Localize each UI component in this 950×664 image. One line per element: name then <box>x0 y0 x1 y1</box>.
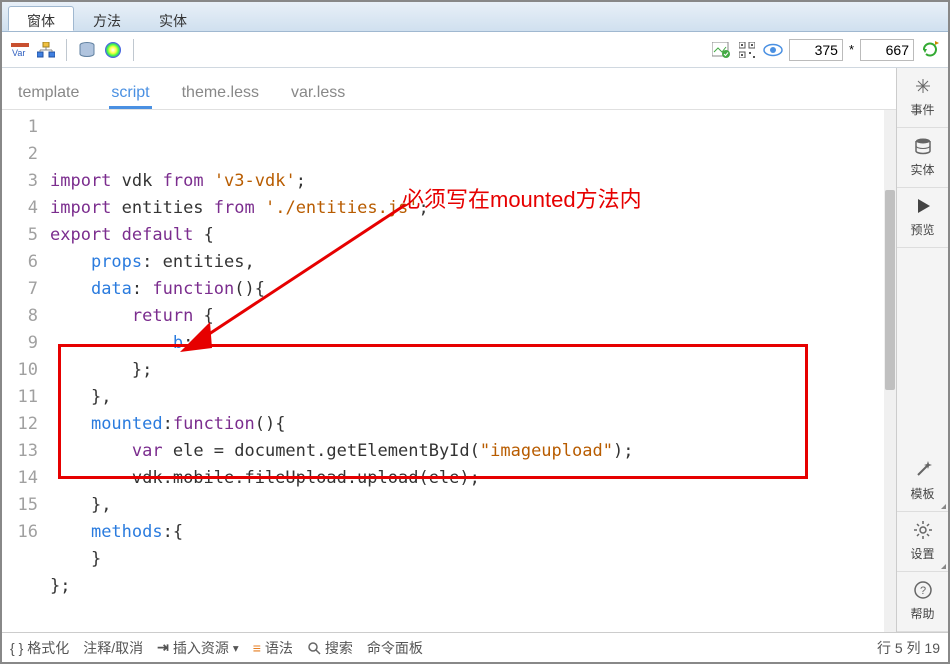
color-icon[interactable] <box>103 40 123 60</box>
side-sparkle[interactable]: 事件 <box>897 68 948 128</box>
play-icon <box>914 197 932 218</box>
tree-icon[interactable] <box>36 40 56 60</box>
top-tabs: 窗体方法实体 <box>2 2 948 32</box>
wand-icon <box>914 461 932 482</box>
side-label: 设置 <box>910 545 934 562</box>
eye-icon[interactable] <box>763 40 783 60</box>
code-line[interactable]: export default { <box>50 222 896 249</box>
line-gutter: 12345678910111213141516 <box>2 110 50 632</box>
code-line[interactable]: b:0 <box>50 330 896 357</box>
svg-text:Var: Var <box>12 48 25 58</box>
code-line[interactable]: vdk.mobile.fileUpload.upload(ele); <box>50 465 896 492</box>
db-icon <box>914 137 932 158</box>
search-button[interactable]: 搜索 <box>307 638 353 658</box>
comment-button[interactable]: 注释/取消 <box>83 638 143 658</box>
side-label: 帮助 <box>910 605 934 622</box>
toolbar-right: * <box>711 39 940 61</box>
code-tab-var.less[interactable]: var.less <box>289 78 347 109</box>
code-line[interactable]: return { <box>50 303 896 330</box>
code-line[interactable]: import entities from './entities.js'; <box>50 195 896 222</box>
side-label: 实体 <box>910 161 934 178</box>
scrollbar-thumb[interactable] <box>885 190 895 390</box>
code-line[interactable]: data: function(){ <box>50 276 896 303</box>
code-tab-theme.less[interactable]: theme.less <box>180 78 261 109</box>
code-tab-script[interactable]: script <box>109 78 151 109</box>
side-label: 事件 <box>910 101 934 118</box>
side-db[interactable]: 实体 <box>897 128 948 188</box>
svg-text:?: ? <box>919 585 925 597</box>
side-help[interactable]: ? 帮助 <box>897 572 948 632</box>
viewport-height-input[interactable] <box>860 39 914 61</box>
side-gap <box>897 248 948 452</box>
bottom-bar: { }格式化 注释/取消 ⇥插入资源 ▾ ≡语法 搜索 命令面板 行 5 列 1… <box>2 632 948 662</box>
code-line[interactable]: }; <box>50 357 896 384</box>
help-icon: ? <box>914 581 932 602</box>
top-tab-0[interactable]: 窗体 <box>8 6 74 31</box>
code-body[interactable]: 12345678910111213141516 import vdk from … <box>2 110 896 632</box>
format-button[interactable]: { }格式化 <box>10 638 69 658</box>
scrollbar-vertical[interactable] <box>884 110 896 632</box>
cmd-panel-button[interactable]: 命令面板 <box>367 638 423 658</box>
dropdown-tri-icon <box>941 504 946 509</box>
insert-button[interactable]: ⇥插入资源 ▾ <box>157 638 239 658</box>
sparkle-icon <box>914 77 932 98</box>
separator <box>66 39 67 61</box>
top-tab-1[interactable]: 方法 <box>74 6 140 31</box>
code-line[interactable]: methods:{ <box>50 519 896 546</box>
top-tab-2[interactable]: 实体 <box>140 6 206 31</box>
code-line[interactable]: }, <box>50 492 896 519</box>
var-icon[interactable]: Var <box>10 40 30 60</box>
code-line[interactable]: var ele = document.getElementById("image… <box>50 438 896 465</box>
code-line[interactable]: } <box>50 546 896 573</box>
side-wand[interactable]: 模板 <box>897 452 948 512</box>
side-label: 预览 <box>910 221 934 238</box>
gear-icon <box>914 521 932 542</box>
code-line[interactable]: mounted:function(){ <box>50 411 896 438</box>
side-play[interactable]: 预览 <box>897 188 948 248</box>
cursor-position: 行 5 列 19 <box>877 638 940 658</box>
code-line[interactable]: import vdk from 'v3-vdk'; <box>50 168 896 195</box>
toolbar: Var * <box>2 32 948 68</box>
code-tab-template[interactable]: template <box>16 78 81 109</box>
refresh-icon[interactable] <box>920 40 940 60</box>
grammar-button[interactable]: ≡语法 <box>253 638 293 658</box>
database-icon[interactable] <box>77 40 97 60</box>
viewport-width-input[interactable] <box>789 39 843 61</box>
code-line[interactable]: }, <box>50 384 896 411</box>
qr-icon[interactable] <box>737 40 757 60</box>
side-panel: 事件实体预览模板设置? 帮助 <box>896 68 948 632</box>
dropdown-tri-icon <box>941 564 946 569</box>
side-label: 模板 <box>910 485 934 502</box>
separator <box>133 39 134 61</box>
code-tabs: template script theme.less var.less <box>2 68 896 110</box>
multiply-label: * <box>849 42 854 57</box>
code-line[interactable]: }; <box>50 573 896 600</box>
code-line[interactable]: props: entities, <box>50 249 896 276</box>
code-content[interactable]: import vdk from 'v3-vdk';import entities… <box>50 110 896 632</box>
image-check-icon[interactable] <box>711 40 731 60</box>
editor-area: template script theme.less var.less 1234567… <box>2 68 896 632</box>
side-gear[interactable]: 设置 <box>897 512 948 572</box>
